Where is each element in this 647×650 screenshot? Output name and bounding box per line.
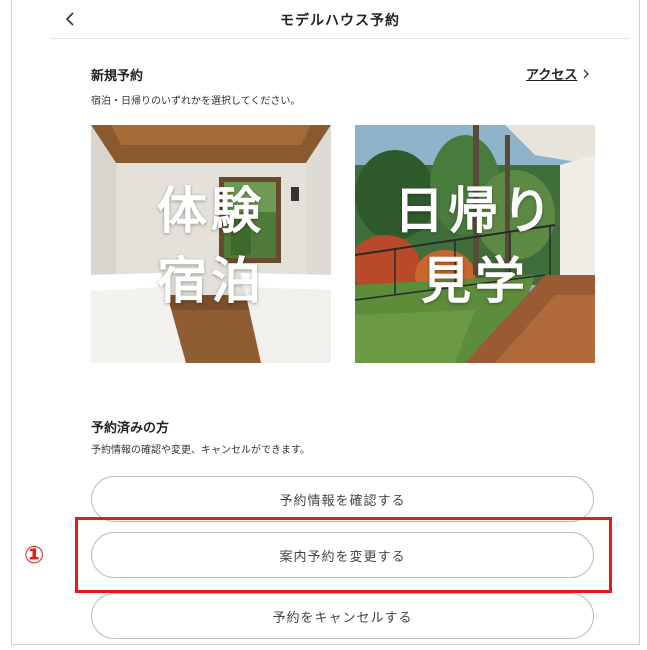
existing-reservation-description: 予約情報の確認や変更、キャンセルができます。: [91, 445, 310, 456]
access-link[interactable]: アクセス: [526, 64, 590, 83]
existing-reservation-title: 予約済みの方: [91, 421, 170, 436]
new-reservation-description: 宿泊・日帰りのいずれかを選択してください。: [91, 96, 301, 107]
bedroom-photo: [91, 125, 331, 363]
deck-photo: [355, 125, 595, 363]
page-title: モデルハウス予約: [280, 13, 400, 29]
step-number-marker: ①: [24, 541, 45, 569]
day-tour-card-line1: 日帰り: [394, 182, 556, 240]
stay-experience-card[interactable]: 体験 宿泊: [91, 125, 331, 363]
header-bar: モデルハウス予約: [50, 0, 630, 39]
day-tour-card-line2: 見学: [421, 252, 529, 310]
new-reservation-title: 新規予約: [91, 69, 144, 84]
day-tour-card[interactable]: 日帰り 見学: [355, 125, 595, 363]
access-link-label: アクセス: [526, 68, 578, 83]
confirm-reservation-button[interactable]: 予約情報を確認する: [91, 476, 594, 522]
highlight-box: [75, 517, 612, 593]
cancel-reservation-button[interactable]: 予約をキャンセルする: [91, 593, 594, 639]
stay-card-line2: 宿泊: [157, 252, 265, 310]
stay-card-line1: 体験: [157, 182, 265, 240]
chevron-right-icon: [583, 69, 590, 78]
